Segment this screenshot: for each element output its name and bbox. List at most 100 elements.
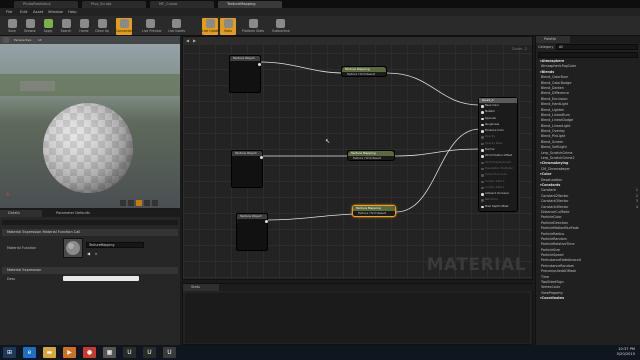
- toolbar-button-label: Live Nodes: [168, 29, 185, 33]
- palette-item-label: Constant2Vector: [541, 193, 569, 198]
- tab-parameter-defaults[interactable]: Parameter Defaults: [48, 210, 108, 217]
- document-tab[interactable]: TextureMapping: [218, 1, 282, 8]
- function-thumbnail[interactable]: [63, 238, 83, 258]
- menu-item-file[interactable]: File: [6, 8, 12, 16]
- palette-item-label: Blend_Screen: [541, 139, 564, 144]
- desc-input[interactable]: [63, 276, 139, 281]
- texture-mapping-node-3-selected[interactable]: Texture Mapping Texture (T2d) Result: [352, 205, 396, 217]
- system-clock[interactable]: 10:37 PM 5/20/2015: [617, 347, 635, 357]
- document-tab[interactable]: MF_Cursor: [150, 1, 214, 8]
- document-tab[interactable]: PhotoRealisticA: [14, 1, 78, 8]
- material-graph[interactable]: ◀ ▶ Zoom -2 Texture Object Texture Objec…: [182, 36, 533, 280]
- palette-item-label: Coordinates: [541, 296, 565, 301]
- texture-object-node-3[interactable]: Texture Object: [236, 213, 268, 251]
- menu-item-help[interactable]: Help: [68, 8, 77, 16]
- media-icon[interactable]: ▶: [63, 347, 76, 358]
- output-pin[interactable]: [258, 63, 261, 66]
- menu-item-edit[interactable]: Edit: [20, 8, 27, 16]
- section-material-expression[interactable]: Material Expression: [2, 267, 178, 274]
- texture-mapping-node-1[interactable]: Texture Mapping Texture (T2d) Result: [341, 66, 387, 77]
- pin-dot-icon: [481, 199, 484, 202]
- use-selected-icon[interactable]: ◀: [87, 251, 90, 256]
- document-tab[interactable]: Plus_Sculpt: [82, 1, 146, 8]
- windows-taskbar: ⊞ e ▬ ▶ ● ▦ U U U 10:37 PM 5/20/2015: [0, 345, 640, 360]
- connectors-icon: [119, 19, 129, 28]
- texture-mapping-pin[interactable]: Texture (T2d) Result: [348, 156, 394, 161]
- palette-item-label: DistanceCullFade: [541, 209, 570, 214]
- live-nodes-button[interactable]: Live Nodes: [168, 18, 185, 35]
- pin-dot-icon: [481, 117, 484, 121]
- menu-item-window[interactable]: Window: [48, 8, 63, 16]
- cube-preview-icon[interactable]: [144, 200, 150, 206]
- texture-mapping-pin[interactable]: Texture (T2d) Result: [342, 72, 386, 77]
- menu-item-asset[interactable]: Asset: [33, 8, 43, 16]
- toolbar-button-label: Search: [60, 29, 72, 33]
- cylinder-preview-icon[interactable]: [120, 200, 126, 206]
- subtractive-icon: [275, 19, 285, 28]
- tab-stats[interactable]: Stats: [183, 284, 219, 291]
- live-preview-button[interactable]: Live Preview: [142, 18, 161, 35]
- material-result-node[interactable]: Quad_A Base Color Metallic Specular Roughne…: [478, 97, 518, 212]
- palette-category[interactable]: ▾Coordinates: [536, 296, 640, 301]
- palette-item-label: Chromakeying: [541, 161, 569, 166]
- details-search-input[interactable]: [2, 220, 178, 225]
- pin-label: Metallic: [485, 110, 496, 114]
- search-button[interactable]: Search: [58, 18, 74, 35]
- tab-details[interactable]: Details: [0, 210, 42, 217]
- tab-palette[interactable]: Palette: [536, 36, 570, 43]
- wire-mapping-3: [395, 128, 481, 213]
- output-pin[interactable]: [265, 220, 268, 223]
- viewport-mode-button[interactable]: Perspective: [12, 37, 34, 43]
- unreal-icon[interactable]: U: [123, 347, 136, 358]
- viewport-menu-icon[interactable]: [3, 37, 9, 43]
- pin-label: Tessellation Multiplier: [485, 166, 513, 170]
- folder-icon[interactable]: ▬: [43, 347, 56, 358]
- title-bar: PhotoRealisticA Plus_Sculpt MF_Cursor Textu…: [0, 0, 640, 8]
- apply-button[interactable]: Apply: [40, 18, 56, 35]
- sphere-preview-icon[interactable]: [128, 200, 134, 206]
- windows-start-icon[interactable]: ⊞: [3, 347, 16, 358]
- texture-object-node-2[interactable]: Texture Object: [231, 150, 263, 188]
- browse-button[interactable]: Browse: [22, 18, 38, 35]
- browse-asset-icon[interactable]: ⌕: [95, 251, 97, 256]
- wire-texture-3: [267, 213, 356, 221]
- subtractive-button[interactable]: Subtractive: [272, 18, 290, 35]
- mesh-preview-icon[interactable]: [152, 200, 158, 206]
- clean-up-button[interactable]: Clean Up: [94, 18, 110, 35]
- unreal-editor-icon[interactable]: U: [163, 347, 176, 358]
- toolbar-button-label: Save: [8, 29, 16, 33]
- palette-search-input[interactable]: [538, 52, 638, 58]
- output-pin[interactable]: [260, 156, 263, 159]
- palette-item-label: Constant: [541, 188, 556, 193]
- unreal-icon[interactable]: U: [143, 347, 156, 358]
- viewport-lit-button[interactable]: Lit: [36, 37, 44, 43]
- material-input-pin[interactable]: Pixel Depth Offset: [479, 204, 517, 210]
- graph-watermark: MATERIAL: [426, 255, 526, 275]
- preview-scene: [0, 36, 180, 208]
- palette-item-label: PrecomputedAOMask: [541, 269, 577, 274]
- plane-preview-icon[interactable]: [136, 200, 142, 206]
- material-function-dropdown[interactable]: TextureMapping: [86, 242, 144, 248]
- connectors-button[interactable]: Connectors: [116, 18, 134, 35]
- chrome-icon[interactable]: ●: [83, 347, 96, 358]
- material-function-label: Material Function: [7, 246, 37, 250]
- stats-button[interactable]: Stats: [220, 18, 236, 35]
- ie-icon[interactable]: e: [23, 347, 36, 358]
- home-button[interactable]: Home: [76, 18, 92, 35]
- section-function-call[interactable]: Material Expression Material Function Ca…: [2, 229, 178, 236]
- texture-mapping-pin[interactable]: Texture (T2d) Result: [353, 211, 395, 216]
- category-dropdown[interactable]: All: [556, 44, 638, 50]
- texture-mapping-node-2[interactable]: Texture Mapping Texture (T2d) Result: [347, 150, 395, 161]
- preview-viewport[interactable]: Perspective Lit ⅄: [0, 36, 180, 208]
- pin-dot-icon: [481, 155, 484, 158]
- live-update-button[interactable]: Live Update: [202, 18, 221, 35]
- save-button[interactable]: Save: [4, 18, 20, 35]
- film-icon[interactable]: ▦: [103, 347, 116, 358]
- stats-content: [185, 293, 530, 343]
- palette-item-label: ParticleMotionBlurFade: [541, 226, 579, 231]
- platform-stats-button[interactable]: Platform Stats: [240, 18, 266, 35]
- palette-item-label: AtmosphericFogColor: [541, 64, 577, 69]
- palette-item-label: ParticleDirection: [541, 220, 569, 225]
- texture-object-node-1[interactable]: Texture Object: [229, 55, 261, 93]
- palette-item-label: Lerp_ScratchGrime: [541, 150, 573, 155]
